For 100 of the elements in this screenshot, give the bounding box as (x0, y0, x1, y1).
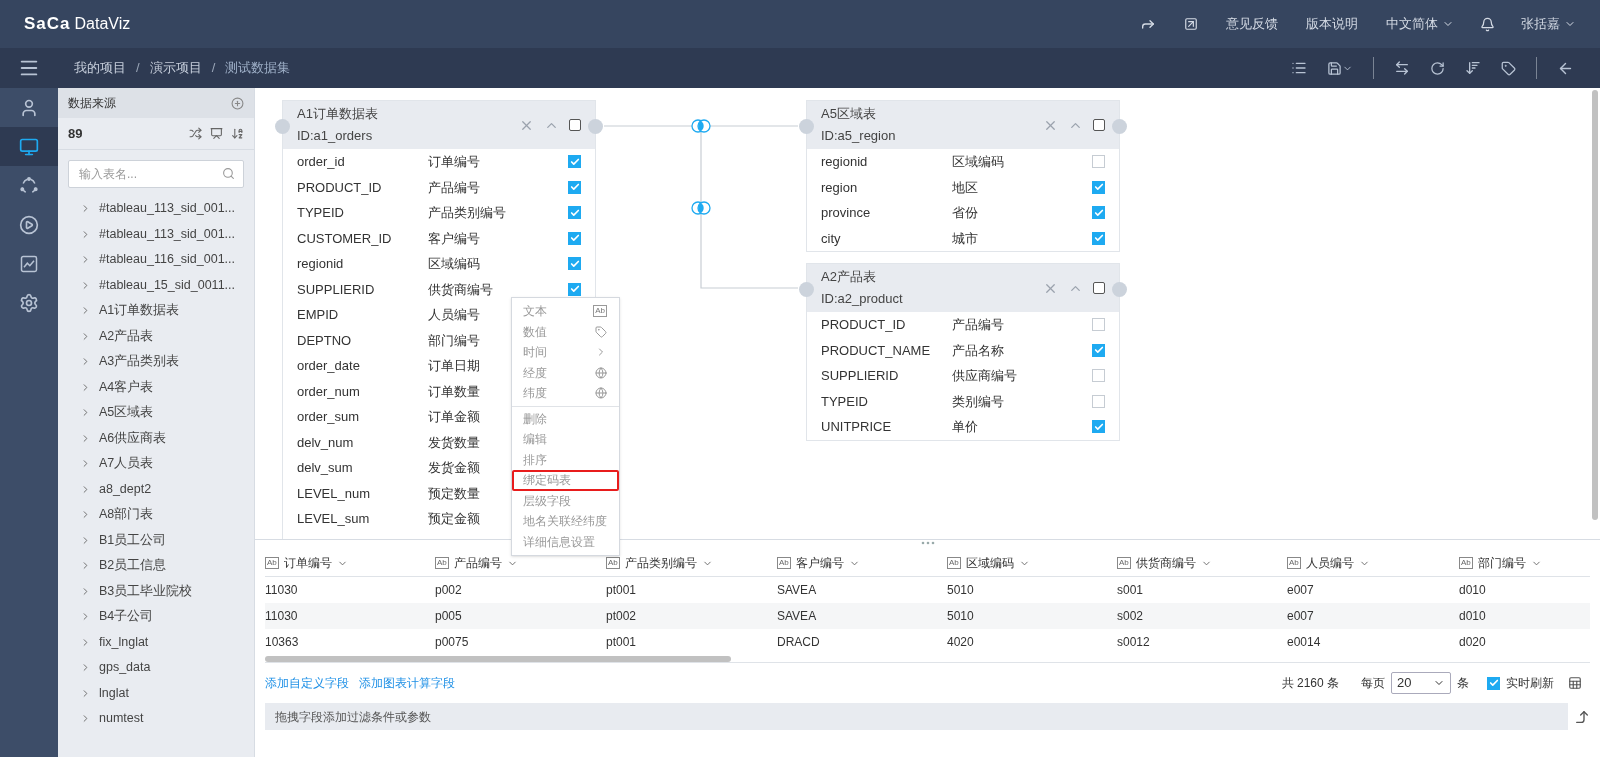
column-header[interactable]: Ab 产品编号 (435, 554, 606, 572)
cycle-icon (19, 175, 39, 196)
realtime-checkbox[interactable] (1487, 676, 1500, 690)
save-icon[interactable] (1327, 60, 1353, 76)
sidebar-item[interactable]: lnglat (58, 680, 254, 706)
header-link[interactable]: 意见反馈 (1226, 14, 1278, 34)
node-handle[interactable] (275, 119, 290, 134)
sidebar-item[interactable]: A2产品表 (58, 323, 254, 349)
filter-drop-zone[interactable]: 拖拽字段添加过滤条件或参数 (265, 703, 1568, 730)
field-checkbox[interactable] (1092, 420, 1105, 434)
user-icon (19, 97, 39, 118)
node-handle[interactable] (1112, 282, 1127, 297)
add-field-link[interactable]: 添加自定义字段 (265, 674, 349, 692)
sidebar-item[interactable]: B1员工公司 (58, 527, 254, 553)
field-label: 省份 (952, 204, 978, 222)
node-handle[interactable] (799, 282, 814, 297)
column-header[interactable]: Ab 区域编码 (947, 554, 1117, 572)
sidebar-item[interactable]: #tableau_113_sid_001... (58, 196, 254, 222)
sidebar-item[interactable]: A4客户表 (58, 374, 254, 400)
field-checkbox[interactable] (568, 257, 581, 271)
node-handle[interactable] (588, 119, 603, 134)
language-dropdown[interactable]: 中文简体 (1386, 14, 1454, 34)
bell-icon[interactable] (1480, 16, 1495, 32)
table-cell-text: e007 (1287, 608, 1315, 625)
field-checkbox[interactable] (1092, 231, 1105, 245)
sidebar-item[interactable]: A5区域表 (58, 400, 254, 426)
sidebar-item[interactable]: fix_lnglat (58, 629, 254, 655)
spreadsheet-icon[interactable] (1568, 676, 1582, 690)
sidebar-item[interactable]: A7人员表 (58, 451, 254, 477)
sidebar-item[interactable]: A8部门表 (58, 502, 254, 528)
arrow-up-icon[interactable] (1574, 708, 1590, 725)
field-checkbox[interactable] (1092, 155, 1105, 169)
sidebar-item[interactable]: a8_dept2 (58, 476, 254, 502)
add-icon[interactable] (231, 96, 244, 110)
sidebar-item[interactable]: A6供应商表 (58, 425, 254, 451)
field-checkbox[interactable] (1092, 343, 1105, 357)
scrollbar[interactable] (265, 655, 731, 662)
shuffle-icon[interactable] (189, 127, 202, 140)
join-icon[interactable] (691, 119, 711, 133)
table-cell-text: d020 (1459, 634, 1487, 651)
field-checkbox[interactable] (568, 206, 581, 220)
sidebar-item[interactable]: A3产品类别表 (58, 349, 254, 375)
sort-icon[interactable] (1465, 60, 1481, 76)
field-name: delv_num (297, 433, 355, 452)
sidebar-item[interactable]: #tableau_113_sid_001... (58, 221, 254, 247)
sidebar-item[interactable]: gps_data (58, 655, 254, 681)
join-icon[interactable] (691, 201, 711, 215)
check-icon (569, 182, 580, 193)
field-checkbox[interactable] (568, 282, 581, 296)
field-checkbox[interactable] (1092, 394, 1105, 408)
column-header[interactable]: Ab 部门编号 (1459, 554, 1590, 572)
swap-icon[interactable] (1394, 60, 1410, 76)
breadcrumb-item[interactable]: 测试数据集 (225, 58, 291, 78)
field-checkbox[interactable] (568, 180, 581, 194)
list-icon[interactable] (1291, 60, 1307, 76)
field-checkbox[interactable] (1092, 206, 1105, 220)
checkbox[interactable] (1093, 119, 1105, 131)
node-handle[interactable] (1112, 119, 1127, 134)
table-title: A1订单数据表 (297, 105, 379, 123)
logo[interactable]: SaCa DataViz (24, 11, 131, 37)
refresh-icon[interactable] (1430, 60, 1445, 76)
sidebar-item[interactable]: numtest (58, 706, 254, 732)
column-header[interactable]: Ab 人员编号 (1287, 554, 1459, 572)
sidebar-item[interactable]: B2员工信息 (58, 553, 254, 579)
breadcrumb-item[interactable]: 我的项目 (74, 58, 126, 78)
tag-icon[interactable] (1501, 60, 1516, 76)
external-link-icon[interactable] (1184, 17, 1198, 31)
scrollbar[interactable] (1592, 90, 1598, 520)
sidebar-item[interactable]: #tableau_116_sid_001... (58, 247, 254, 273)
column-header[interactable]: Ab 供货商编号 (1117, 554, 1287, 572)
field-label: 预定数量 (428, 484, 480, 503)
sidebar-item[interactable]: #tableau_15_sid_0011... (58, 272, 254, 298)
sidebar-item[interactable]: B4子公司 (58, 604, 254, 630)
field-checkbox[interactable] (1092, 369, 1105, 383)
add-field-link[interactable]: 添加图表计算字段 (359, 674, 455, 692)
checkbox[interactable] (569, 119, 581, 131)
page-size-select[interactable]: 20 (1391, 672, 1451, 694)
column-header[interactable]: Ab 订单编号 (265, 554, 435, 572)
sidebar-item[interactable]: B3员工毕业院校 (58, 578, 254, 604)
table-name: #tableau_113_sid_001... (99, 200, 235, 218)
breadcrumb-item[interactable]: 演示项目 (149, 58, 202, 78)
node-handle[interactable] (799, 119, 814, 134)
table-cell-text: pt001 (606, 634, 638, 651)
sort-icon[interactable] (231, 127, 244, 140)
field-checkbox[interactable] (568, 231, 581, 245)
column-header[interactable]: Ab 客户编号 (777, 554, 947, 572)
sidebar-item[interactable]: A1订单数据表 (58, 298, 254, 324)
presentation-icon[interactable] (210, 127, 223, 140)
menu-item[interactable]: 文本 Ab (512, 301, 619, 322)
column-header[interactable]: Ab 产品类别编号 (606, 554, 777, 572)
checkbox[interactable] (1093, 282, 1105, 294)
field-checkbox[interactable] (568, 155, 581, 169)
header-link[interactable]: 版本说明 (1306, 14, 1358, 34)
field-checkbox[interactable] (1092, 318, 1105, 332)
rail-item[interactable] (0, 127, 58, 166)
table-name: B2员工信息 (99, 557, 167, 575)
search-field[interactable]: 输入表名... (68, 160, 244, 188)
user-menu[interactable]: 张括嘉 (1521, 14, 1576, 34)
field-checkbox[interactable] (1092, 180, 1105, 194)
text-type-icon: Ab (593, 305, 607, 318)
